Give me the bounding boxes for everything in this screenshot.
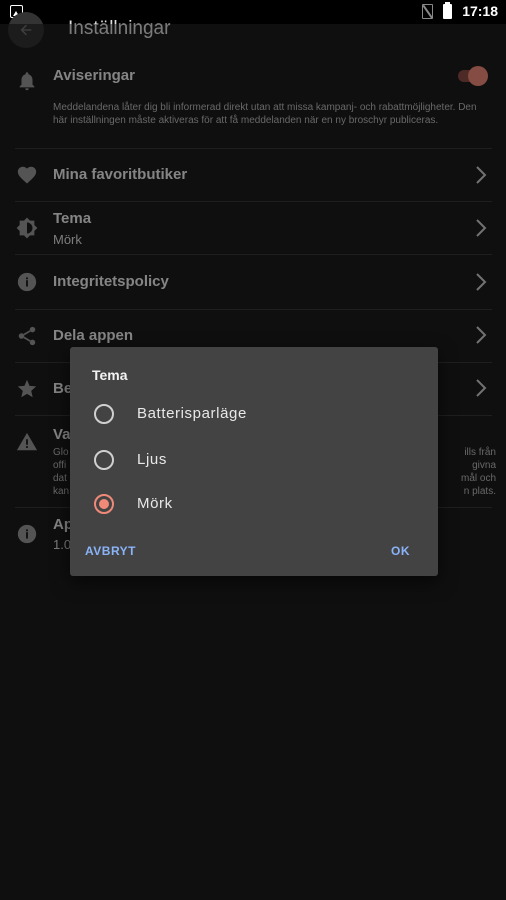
dialog-title: Tema (92, 367, 128, 383)
theme-dialog: Tema Batterisparläge Ljus Mörk AVBRYT OK (70, 347, 438, 576)
option-label: Mörk (137, 495, 173, 512)
radio-button[interactable] (94, 450, 114, 470)
theme-option-dark[interactable]: Mörk (70, 484, 438, 524)
no-sim-icon (422, 3, 434, 19)
radio-button[interactable] (94, 404, 114, 424)
ok-button[interactable]: OK (391, 544, 410, 558)
option-label: Batterisparläge (137, 405, 247, 422)
theme-option-light[interactable]: Ljus (70, 440, 438, 480)
radio-button-selected[interactable] (94, 494, 114, 514)
theme-option-battery-saver[interactable]: Batterisparläge (70, 394, 438, 434)
battery-icon (443, 1, 453, 19)
cancel-button[interactable]: AVBRYT (85, 544, 136, 558)
option-label: Ljus (137, 451, 167, 468)
status-time: 17:18 (462, 3, 498, 19)
